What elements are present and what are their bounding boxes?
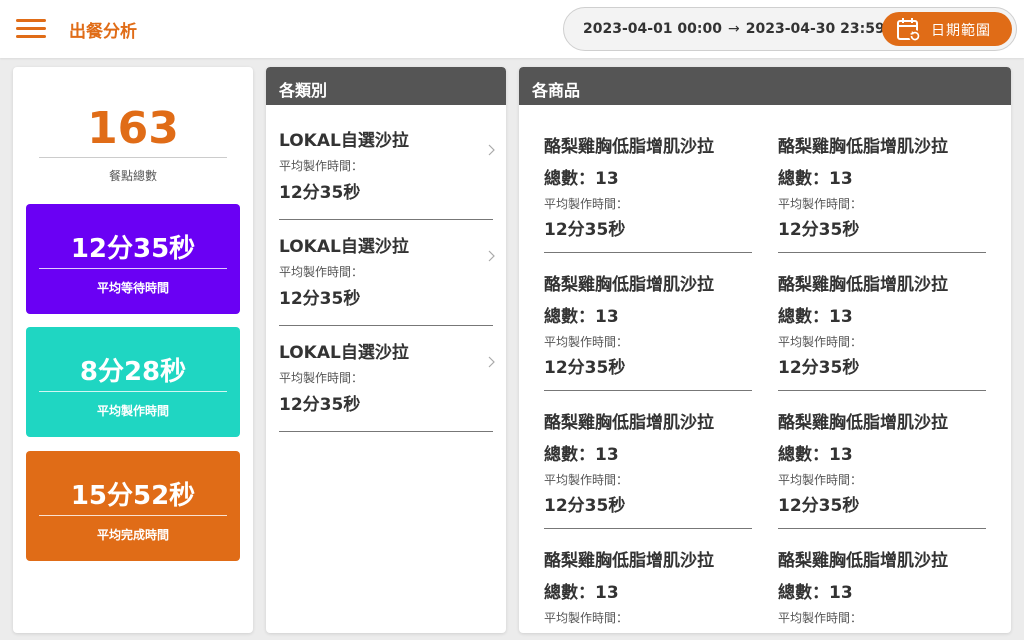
product-panel: 各商品 酪梨雞胸低脂增肌沙拉 總數：13 平均製作時間： 12分35秒 酪梨雞胸…	[519, 67, 1011, 633]
product-count: 總數：13	[544, 583, 619, 603]
product-name: 酪梨雞胸低脂增肌沙拉	[544, 413, 714, 433]
product-avg-prep-label: 平均製作時間：	[778, 473, 863, 487]
product-avg-prep-value: 12分35秒	[778, 496, 860, 516]
product-avg-prep-value: 12分35秒	[544, 220, 626, 240]
product-count: 總數：13	[778, 169, 853, 189]
product-avg-prep-label: 平均製作時間：	[544, 335, 629, 349]
product-name: 酪梨雞胸低脂增肌沙拉	[778, 551, 948, 571]
product-item[interactable]: 酪梨雞胸低脂增肌沙拉 總數：13 平均製作時間： 12分35秒	[544, 253, 752, 391]
avg-complete-time-value: 15分52秒	[70, 481, 196, 511]
product-name: 酪梨雞胸低脂增肌沙拉	[544, 275, 714, 295]
date-range-button[interactable]: 日期範圍	[882, 12, 1012, 46]
avg-prep-time-value: 8分28秒	[79, 357, 187, 387]
product-name: 酪梨雞胸低脂增肌沙拉	[544, 137, 714, 157]
chevron-right-icon	[488, 356, 495, 368]
divider	[39, 268, 227, 269]
category-avg-prep-value: 12分35秒	[279, 289, 361, 309]
category-panel: 各類別 LOKAL自選沙拉 平均製作時間： 12分35秒 LOKAL自選沙拉 平…	[266, 67, 506, 633]
avg-complete-time-card: 15分52秒 平均完成時間	[26, 451, 240, 561]
product-item[interactable]: 酪梨雞胸低脂增肌沙拉 總數：13 平均製作時間： 12分35秒	[778, 391, 986, 529]
product-item[interactable]: 酪梨雞胸低脂增肌沙拉 總數：13 平均製作時間：	[544, 529, 752, 633]
date-range-text: 2023-04-01 00:00 → 2023-04-30 23:59	[583, 21, 885, 37]
product-avg-prep-value: 12分35秒	[778, 358, 860, 378]
divider	[39, 157, 227, 158]
category-name: LOKAL自選沙拉	[279, 343, 409, 363]
product-panel-header: 各商品	[519, 67, 1011, 105]
product-name: 酪梨雞胸低脂增肌沙拉	[778, 275, 948, 295]
avg-wait-time-label: 平均等待時間	[96, 281, 169, 295]
product-avg-prep-label: 平均製作時間：	[778, 197, 863, 211]
category-avg-prep-label: 平均製作時間：	[279, 371, 364, 385]
category-avg-prep-label: 平均製作時間：	[279, 265, 364, 279]
product-avg-prep-label: 平均製作時間：	[778, 611, 863, 625]
product-avg-prep-value: 12分35秒	[544, 496, 626, 516]
product-item[interactable]: 酪梨雞胸低脂增肌沙拉 總數：13 平均製作時間：	[778, 529, 986, 633]
product-count: 總數：13	[778, 445, 853, 465]
app-header: 出餐分析 2023-04-01 00:00 → 2023-04-30 23:59 日…	[0, 0, 1024, 58]
product-name: 酪梨雞胸低脂增肌沙拉	[778, 413, 948, 433]
avg-wait-time-card: 12分35秒 平均等待時間	[26, 204, 240, 314]
category-name: LOKAL自選沙拉	[279, 237, 409, 257]
avg-prep-time-label: 平均製作時間	[96, 404, 169, 418]
product-item[interactable]: 酪梨雞胸低脂增肌沙拉 總數：13 平均製作時間： 12分35秒	[544, 115, 752, 253]
avg-complete-time-label: 平均完成時間	[96, 528, 169, 542]
category-avg-prep-value: 12分35秒	[279, 395, 361, 415]
product-avg-prep-label: 平均製作時間：	[544, 611, 629, 625]
category-item[interactable]: LOKAL自選沙拉 平均製作時間： 12分35秒	[279, 114, 495, 220]
product-name: 酪梨雞胸低脂增肌沙拉	[778, 137, 948, 157]
calendar-refresh-icon	[897, 18, 921, 42]
divider	[39, 515, 227, 516]
avg-wait-time-value: 12分35秒	[70, 234, 196, 264]
product-count: 總數：13	[778, 307, 853, 327]
chevron-right-icon	[488, 250, 495, 262]
hamburger-menu-icon[interactable]	[16, 17, 46, 41]
product-avg-prep-value: 12分35秒	[778, 220, 860, 240]
avg-prep-time-card: 8分28秒 平均製作時間	[26, 327, 240, 437]
product-count: 總數：13	[778, 583, 853, 603]
product-item[interactable]: 酪梨雞胸低脂增肌沙拉 總數：13 平均製作時間： 12分35秒	[778, 253, 986, 391]
page-title: 出餐分析	[69, 22, 137, 42]
date-start: 2023-04-01 00:00	[583, 21, 722, 37]
product-count: 總數：13	[544, 445, 619, 465]
category-item[interactable]: LOKAL自選沙拉 平均製作時間： 12分35秒	[279, 220, 495, 326]
total-orders-value: 163	[87, 103, 179, 154]
product-avg-prep-label: 平均製作時間：	[544, 473, 629, 487]
divider	[39, 391, 227, 392]
date-range-button-label: 日期範圍	[931, 23, 991, 39]
total-orders-label: 餐點總數	[108, 169, 157, 183]
chevron-right-icon	[488, 144, 495, 156]
date-end: 2023-04-30 23:59	[745, 21, 885, 37]
date-range-picker[interactable]: 2023-04-01 00:00 → 2023-04-30 23:59 日期範圍	[563, 7, 1017, 51]
product-item[interactable]: 酪梨雞胸低脂增肌沙拉 總數：13 平均製作時間： 12分35秒	[778, 115, 986, 253]
product-avg-prep-label: 平均製作時間：	[778, 335, 863, 349]
category-item[interactable]: LOKAL自選沙拉 平均製作時間： 12分35秒	[279, 326, 495, 432]
product-avg-prep-label: 平均製作時間：	[544, 197, 629, 211]
category-avg-prep-value: 12分35秒	[279, 183, 361, 203]
arrow-right-icon: →	[728, 21, 740, 37]
category-avg-prep-label: 平均製作時間：	[279, 159, 364, 173]
category-name: LOKAL自選沙拉	[279, 131, 409, 151]
category-panel-header: 各類別	[266, 67, 506, 105]
product-count: 總數：13	[544, 169, 619, 189]
product-avg-prep-value: 12分35秒	[544, 358, 626, 378]
summary-panel: 163 餐點總數 12分35秒 平均等待時間 8分28秒 平均製作時間 15分5…	[13, 67, 253, 633]
product-item[interactable]: 酪梨雞胸低脂增肌沙拉 總數：13 平均製作時間： 12分35秒	[544, 391, 752, 529]
product-count: 總數：13	[544, 307, 619, 327]
product-name: 酪梨雞胸低脂增肌沙拉	[544, 551, 714, 571]
